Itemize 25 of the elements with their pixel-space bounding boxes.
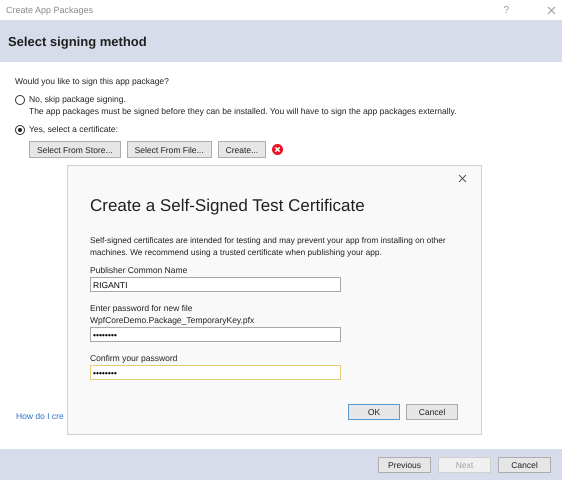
option-label: No, skip package signing. bbox=[29, 94, 127, 104]
dialog-title: Create a Self-Signed Test Certificate bbox=[90, 196, 366, 216]
certificate-button[interactable]: Select From Store... bbox=[29, 141, 121, 158]
dialog-description: Self-signed certificates are intended for testing and may prevent your app from installing on other machines. We recommend using a trusted certificate when publishing your app. bbox=[90, 234, 447, 258]
field-label: Enter password for new file WpfCoreDemo.Package_TemporaryKey.pfx bbox=[90, 302, 256, 326]
option-note: The app packages must be signed before they can be installed. You will have to sign the app packages externally. bbox=[29, 106, 456, 116]
close-icon[interactable] bbox=[458, 174, 467, 183]
option-label: Yes, select a certificate: bbox=[29, 124, 118, 134]
input-field[interactable]: •••••••• bbox=[90, 365, 341, 380]
page-heading: Select signing method bbox=[8, 34, 147, 48]
certificate-button[interactable]: Select From File... bbox=[126, 141, 212, 158]
input-field[interactable]: •••••••• bbox=[90, 327, 341, 342]
dialog-button[interactable]: OK bbox=[348, 404, 400, 420]
footer-button[interactable]: Cancel bbox=[498, 456, 551, 472]
dialog-button[interactable]: Cancel bbox=[406, 404, 458, 420]
field-label: Publisher Common Name bbox=[90, 264, 188, 276]
error-icon bbox=[272, 144, 284, 155]
footer-button[interactable]: Previous bbox=[378, 456, 431, 472]
field-label: Confirm your password bbox=[90, 352, 178, 364]
certificate-button[interactable]: Create... bbox=[218, 141, 266, 158]
radio-button[interactable] bbox=[15, 95, 25, 105]
window-title: Create App Packages bbox=[6, 5, 94, 15]
radio-button[interactable] bbox=[15, 125, 25, 135]
question-text: Would you like to sign this app package? bbox=[15, 76, 170, 86]
input-field[interactable]: RIGANTI bbox=[90, 277, 341, 292]
